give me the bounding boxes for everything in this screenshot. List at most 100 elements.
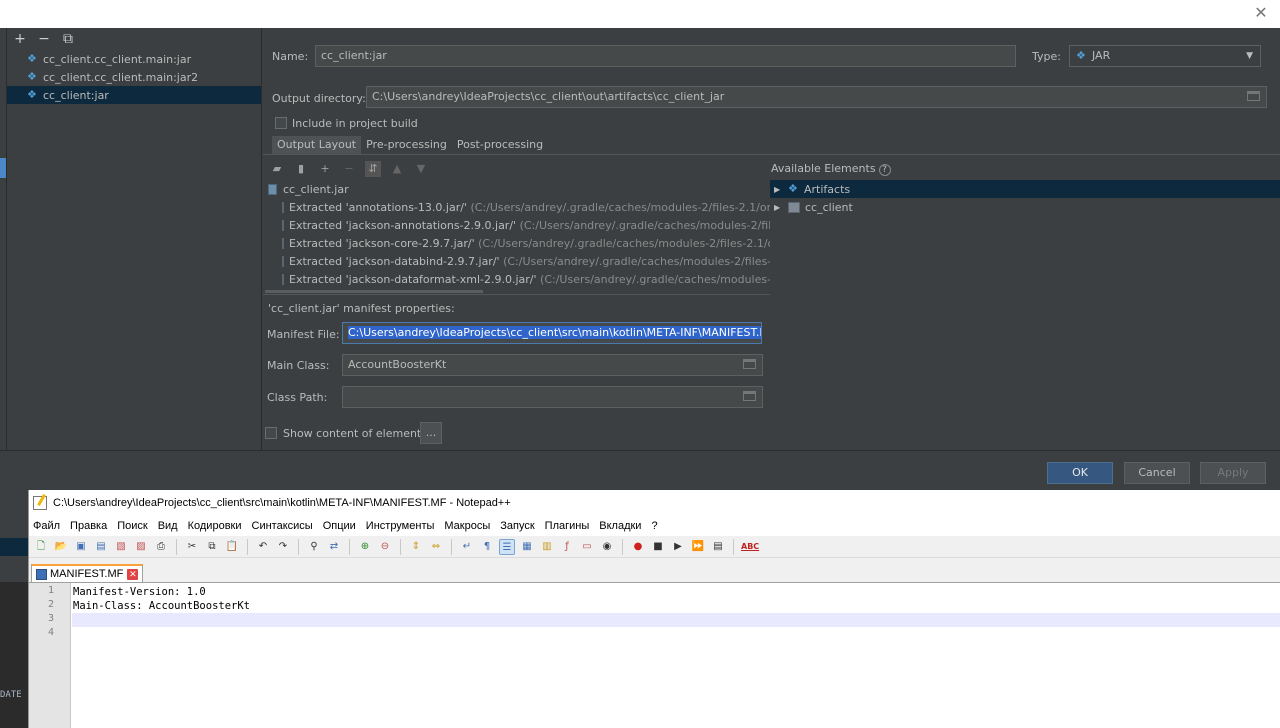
play-macro-icon[interactable]: ▶ <box>670 539 686 555</box>
close-all-icon[interactable]: ▨ <box>133 539 149 555</box>
folder-icon[interactable] <box>1247 91 1260 101</box>
output-dir-input[interactable]: C:\Users\andrey\IdeaProjects\cc_client\o… <box>366 86 1267 108</box>
tab-output-layout[interactable]: Output Layout <box>272 136 362 154</box>
apply-button[interactable]: Apply <box>1200 462 1266 484</box>
type-select[interactable]: ❖ JAR ▼ <box>1069 45 1261 67</box>
folder-icon[interactable] <box>743 391 756 401</box>
artifacts-panel: + − ⧉ ❖ cc_client.cc_client.main:jar ❖ c… <box>7 28 262 450</box>
move-down-icon[interactable]: ▼ <box>413 161 429 177</box>
zoom-in-icon[interactable]: ⊕ <box>357 539 373 555</box>
artifact-item-selected[interactable]: ❖ cc_client:jar <box>7 86 261 104</box>
indent-guide-icon[interactable]: ☰ <box>499 538 515 555</box>
move-up-icon[interactable]: ▲ <box>389 161 405 177</box>
name-input[interactable]: cc_client:jar <box>315 45 1016 67</box>
code-line: Manifest-Version: 1.0 <box>73 586 206 598</box>
redo-icon[interactable]: ↷ <box>275 539 291 555</box>
tree-root[interactable]: cc_client.jar <box>263 180 770 198</box>
menu-window[interactable]: Вкладки <box>599 520 641 532</box>
run-macro-multiple-icon[interactable]: ⏩ <box>690 539 706 555</box>
available-item-module[interactable]: ▶ cc_client <box>770 198 1280 216</box>
new-archive-icon[interactable]: ▮ <box>293 161 309 177</box>
cancel-button[interactable]: Cancel <box>1124 462 1190 484</box>
artifact-item[interactable]: ❖ cc_client.cc_client.main:jar2 <box>7 68 261 86</box>
ellipsis-button[interactable]: ... <box>420 422 442 444</box>
folder-as-workspace-icon[interactable]: ▭ <box>579 539 595 555</box>
class-path-input[interactable] <box>342 386 763 408</box>
chevron-down-icon: ▼ <box>1246 51 1253 61</box>
menu-search[interactable]: Поиск <box>117 520 147 532</box>
menu-language[interactable]: Синтаксисы <box>252 520 313 532</box>
notepad-editor[interactable]: 1 2 3 4 Manifest-Version: 1.0 Main-Class… <box>29 582 1280 728</box>
menu-tools[interactable]: Инструменты <box>366 520 435 532</box>
function-list-icon[interactable]: ƒ <box>559 539 575 555</box>
print-icon[interactable]: ⎙ <box>153 539 169 555</box>
sync-horizontal-icon[interactable]: ⇔ <box>428 539 444 555</box>
menu-help[interactable]: ? <box>651 520 657 532</box>
word-wrap-icon[interactable]: ↵ <box>459 539 475 555</box>
new-directory-icon[interactable]: ▰ <box>269 161 285 177</box>
tree-item[interactable]: Extracted 'annotations-13.0.jar/' (C:/Us… <box>263 198 770 216</box>
replace-icon[interactable]: ⇄ <box>326 539 342 555</box>
ok-button[interactable]: OK <box>1047 462 1113 484</box>
main-class-input[interactable]: AccountBoosterKt <box>342 354 763 376</box>
open-file-icon[interactable]: 📂 <box>53 539 69 555</box>
folder-icon[interactable] <box>743 359 756 369</box>
toolbar-separator <box>400 538 401 555</box>
menu-macro[interactable]: Макросы <box>444 520 490 532</box>
paste-icon[interactable]: 📋 <box>224 539 240 555</box>
tab-manifest[interactable]: MANIFEST.MF ✕ <box>31 564 144 582</box>
available-item-artifacts[interactable]: ▶ ❖ Artifacts <box>770 180 1280 198</box>
close-tab-icon[interactable]: ✕ <box>127 568 139 580</box>
undo-icon[interactable]: ↶ <box>255 539 271 555</box>
remove-element-icon[interactable]: − <box>341 161 357 177</box>
sync-vertical-icon[interactable]: ⇕ <box>408 539 424 555</box>
menu-edit[interactable]: Правка <box>70 520 107 532</box>
stop-macro-icon[interactable]: ■ <box>650 539 666 555</box>
doc-map-icon[interactable]: ▥ <box>539 539 555 555</box>
zoom-out-icon[interactable]: ⊖ <box>377 539 393 555</box>
menu-run[interactable]: Запуск <box>500 520 534 532</box>
remove-icon[interactable]: − <box>37 31 51 47</box>
artifact-label: cc_client.cc_client.main:jar2 <box>43 70 199 84</box>
copy-icon[interactable]: ⧉ <box>204 539 220 555</box>
tree-item[interactable]: Extracted 'jackson-core-2.9.7.jar/' (C:/… <box>263 234 770 252</box>
help-icon[interactable]: ? <box>878 164 891 176</box>
menu-encoding[interactable]: Кодировки <box>188 520 242 532</box>
tree-item[interactable]: Extracted 'jackson-databind-2.9.7.jar/' … <box>263 252 770 270</box>
monitoring-icon[interactable]: ◉ <box>599 539 615 555</box>
toolbar-separator <box>622 538 623 555</box>
cut-icon[interactable]: ✂ <box>184 539 200 555</box>
artifact-item[interactable]: ❖ cc_client.cc_client.main:jar <box>7 50 261 68</box>
udl-icon[interactable]: ▦ <box>519 539 535 555</box>
tab-pre-processing[interactable]: Pre-processing <box>361 136 452 154</box>
menu-view[interactable]: Вид <box>158 520 178 532</box>
save-macro-icon[interactable]: ▤ <box>710 539 726 555</box>
include-build-checkbox[interactable] <box>275 117 287 129</box>
menu-file[interactable]: Файл <box>33 520 60 532</box>
show-content-checkbox[interactable] <box>265 427 277 439</box>
expand-icon[interactable]: ▶ <box>774 185 788 194</box>
menu-plugins[interactable]: Плагины <box>545 520 590 532</box>
tab-post-processing[interactable]: Post-processing <box>451 136 549 154</box>
manifest-file-input[interactable]: C:\Users\andrey\IdeaProjects\cc_client\s… <box>342 322 762 344</box>
layout-tabs: Output Layout Pre-processing Post-proces… <box>272 136 549 154</box>
save-icon[interactable]: ▣ <box>73 539 89 555</box>
show-all-chars-icon[interactable]: ¶ <box>479 539 495 555</box>
menu-settings[interactable]: Опции <box>323 520 356 532</box>
add-copy-icon[interactable]: + <box>317 161 333 177</box>
expand-icon[interactable]: ▶ <box>774 203 788 212</box>
ide-editor-text: DATE <box>0 690 22 700</box>
add-icon[interactable]: + <box>13 31 27 47</box>
tree-horizontal-scrollbar[interactable] <box>265 290 483 293</box>
save-all-icon[interactable]: ▤ <box>93 539 109 555</box>
copy-icon[interactable]: ⧉ <box>61 31 75 47</box>
tree-item[interactable]: Extracted 'jackson-annotations-2.9.0.jar… <box>263 216 770 234</box>
sort-icon[interactable]: ⇵ <box>365 161 381 177</box>
new-file-icon[interactable]: 🗋 <box>33 539 49 555</box>
close-file-icon[interactable]: ▧ <box>113 539 129 555</box>
record-macro-icon[interactable]: ● <box>630 539 646 555</box>
close-icon[interactable]: ✕ <box>1252 4 1270 22</box>
spell-check-icon[interactable]: ABC <box>741 539 759 555</box>
tree-item[interactable]: Extracted 'jackson-dataformat-xml-2.9.0.… <box>263 270 770 288</box>
find-icon[interactable]: ⚲ <box>306 539 322 555</box>
